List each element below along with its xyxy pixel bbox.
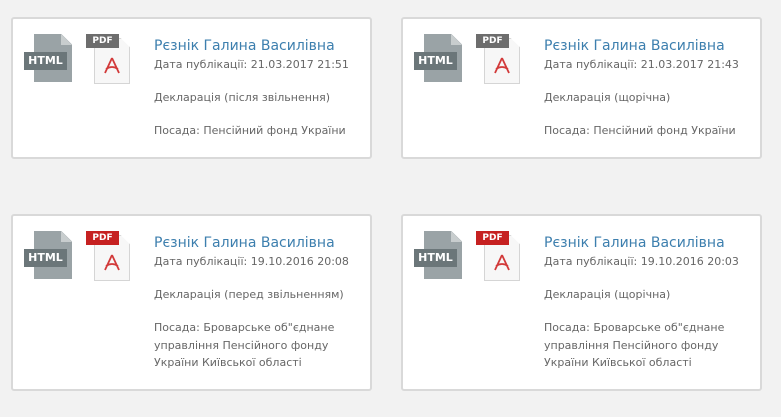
declaration-type: Декларація (щорічна) (544, 91, 671, 104)
position-text: Посада: Пенсійний фонд України (544, 124, 736, 137)
pdf-icon-label: PDF (86, 231, 119, 245)
pdf-icon-label: PDF (476, 34, 509, 48)
position-text: Посада: Броварське об"єднане управління … (154, 321, 335, 369)
declarant-name-link[interactable]: Рєзнік Галина Василівна (154, 37, 364, 55)
html-document-icon[interactable]: HTML (24, 231, 74, 281)
publication-date: Дата публікації: 21.03.2017 21:43 (544, 58, 739, 71)
declaration-card: HTML PDF Рєзнік Галина Василівна Дата пу… (11, 214, 372, 391)
declarant-name-link[interactable]: Рєзнік Галина Василівна (154, 234, 364, 252)
pdf-document-icon[interactable]: PDF (476, 231, 524, 283)
pdf-document-icon[interactable]: PDF (476, 34, 524, 86)
html-icon-label: HTML (414, 249, 457, 267)
pdf-icon-label: PDF (476, 231, 509, 245)
publication-date: Дата публікації: 19.10.2016 20:08 (154, 255, 349, 268)
html-document-icon[interactable]: HTML (414, 231, 464, 281)
pdf-icon-label: PDF (86, 34, 119, 48)
declaration-card: HTML PDF Рєзнік Галина Василівна Дата пу… (401, 17, 762, 159)
html-icon-label: HTML (24, 249, 67, 267)
declaration-card: HTML PDF Рєзнік Галина Василівна Дата пу… (401, 214, 762, 391)
declarant-name-link[interactable]: Рєзнік Галина Василівна (544, 37, 754, 55)
html-document-icon[interactable]: HTML (414, 34, 464, 84)
pdf-document-icon[interactable]: PDF (86, 34, 134, 86)
declaration-type: Декларація (щорічна) (544, 288, 671, 301)
html-icon-label: HTML (24, 52, 67, 70)
publication-date: Дата публікації: 19.10.2016 20:03 (544, 255, 739, 268)
publication-date: Дата публікації: 21.03.2017 21:51 (154, 58, 349, 71)
position-text: Посада: Броварське об"єднане управління … (544, 321, 725, 369)
html-document-icon[interactable]: HTML (24, 34, 74, 84)
declaration-card: HTML PDF Рєзнік Галина Василівна Дата пу… (11, 17, 372, 159)
declarant-name-link[interactable]: Рєзнік Галина Василівна (544, 234, 754, 252)
declaration-type: Декларація (після звільнення) (154, 91, 331, 104)
declaration-type: Декларація (перед звільненням) (154, 288, 344, 301)
pdf-document-icon[interactable]: PDF (86, 231, 134, 283)
position-text: Посада: Пенсійний фонд України (154, 124, 346, 137)
html-icon-label: HTML (414, 52, 457, 70)
